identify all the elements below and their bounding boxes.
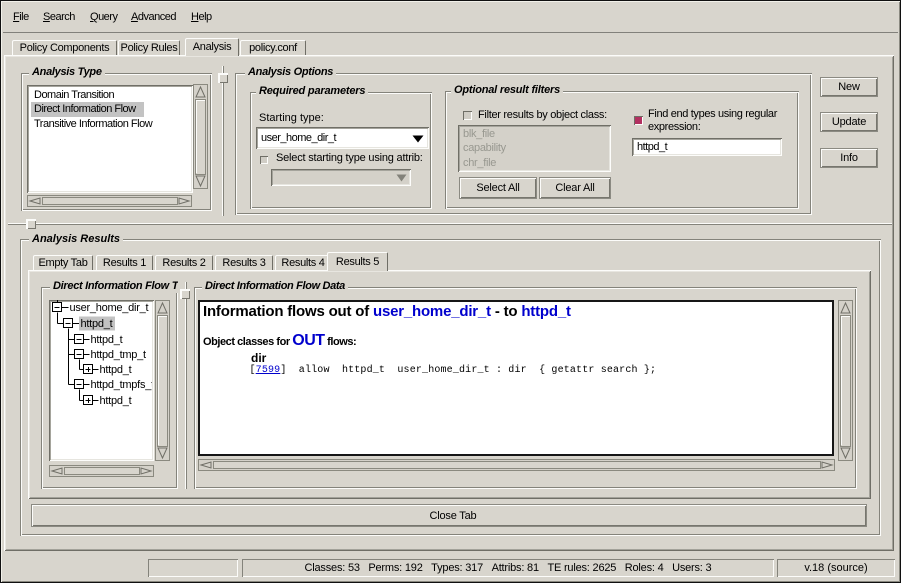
svg-text:user_home_dir_t: user_home_dir_t [70, 302, 149, 314]
svg-text:httpd_t: httpd_t [91, 334, 123, 346]
svg-text:httpd_tmp_t: httpd_tmp_t [91, 349, 147, 361]
svg-text:httpd_t: httpd_t [100, 395, 132, 407]
svg-text:httpd_t: httpd_t [81, 318, 113, 330]
svg-text:httpd_t: httpd_t [100, 364, 132, 376]
svg-text:httpd_tmpfs_t: httpd_tmpfs_t [91, 379, 153, 391]
